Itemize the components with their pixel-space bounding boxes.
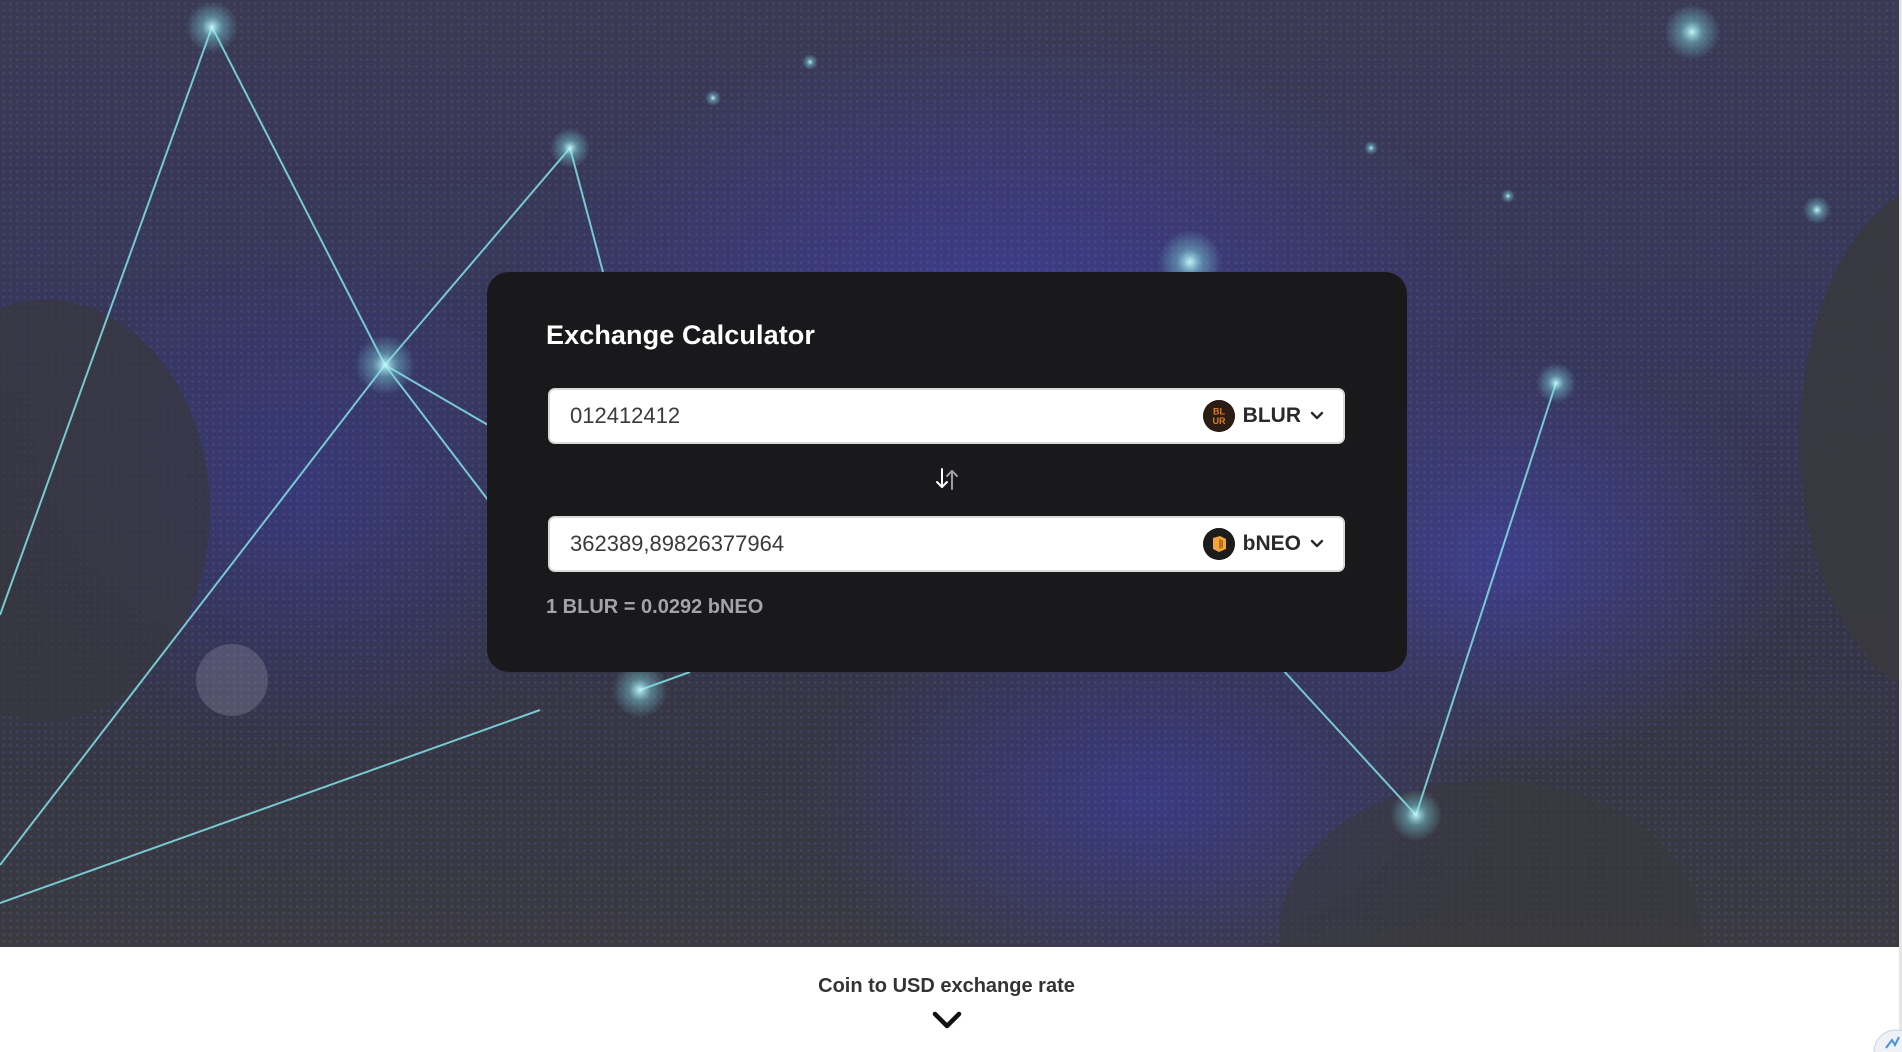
to-amount-field: bNEO [548, 516, 1345, 572]
exchange-rate-text: 1 BLUR = 0.0292 bNEO [546, 596, 764, 618]
swap-button[interactable] [927, 464, 967, 494]
from-amount-input[interactable] [570, 390, 1170, 442]
network-node [1390, 789, 1442, 841]
calculator-title: Exchange Calculator [546, 320, 815, 350]
blur-coin-icon: BL UR [1202, 400, 1235, 432]
svg-text:BL: BL [1213, 407, 1225, 417]
chevron-down-icon [1309, 536, 1325, 552]
from-coin-select[interactable]: BL UR BLUR [1202, 400, 1325, 432]
swap-arrows-icon [936, 468, 958, 490]
chat-widget-icon [1873, 1029, 1902, 1052]
network-node [802, 54, 818, 70]
network-node [550, 128, 590, 168]
network-node [1364, 141, 1378, 155]
exchange-calculator-card: Exchange Calculator BL UR BLUR [487, 272, 1407, 672]
from-amount-field: BL UR BLUR [548, 388, 1345, 444]
network-node [196, 644, 268, 716]
bneo-coin-icon [1202, 528, 1235, 560]
to-amount-input[interactable] [570, 518, 1170, 570]
usd-rate-title: Coin to USD exchange rate [818, 975, 1075, 997]
network-node [1664, 4, 1720, 60]
network-node [1501, 189, 1515, 203]
network-node [1803, 196, 1831, 224]
chevron-down-icon [1309, 408, 1325, 424]
network-node [1536, 363, 1576, 403]
usd-rate-section: Coin to USD exchange rate [0, 947, 1902, 1052]
network-node [186, 1, 238, 53]
from-coin-label: BLUR [1242, 404, 1301, 427]
network-node [705, 90, 721, 106]
expand-toggle-button[interactable] [930, 1009, 964, 1033]
chevron-down-icon [932, 1011, 962, 1029]
corner-widget[interactable] [1862, 1028, 1902, 1052]
svg-text:UR: UR [1212, 416, 1225, 426]
network-node [355, 335, 415, 395]
page: Exchange Calculator BL UR BLUR [0, 0, 1902, 1052]
to-coin-label: bNEO [1242, 532, 1301, 555]
to-coin-select[interactable]: bNEO [1202, 528, 1325, 560]
